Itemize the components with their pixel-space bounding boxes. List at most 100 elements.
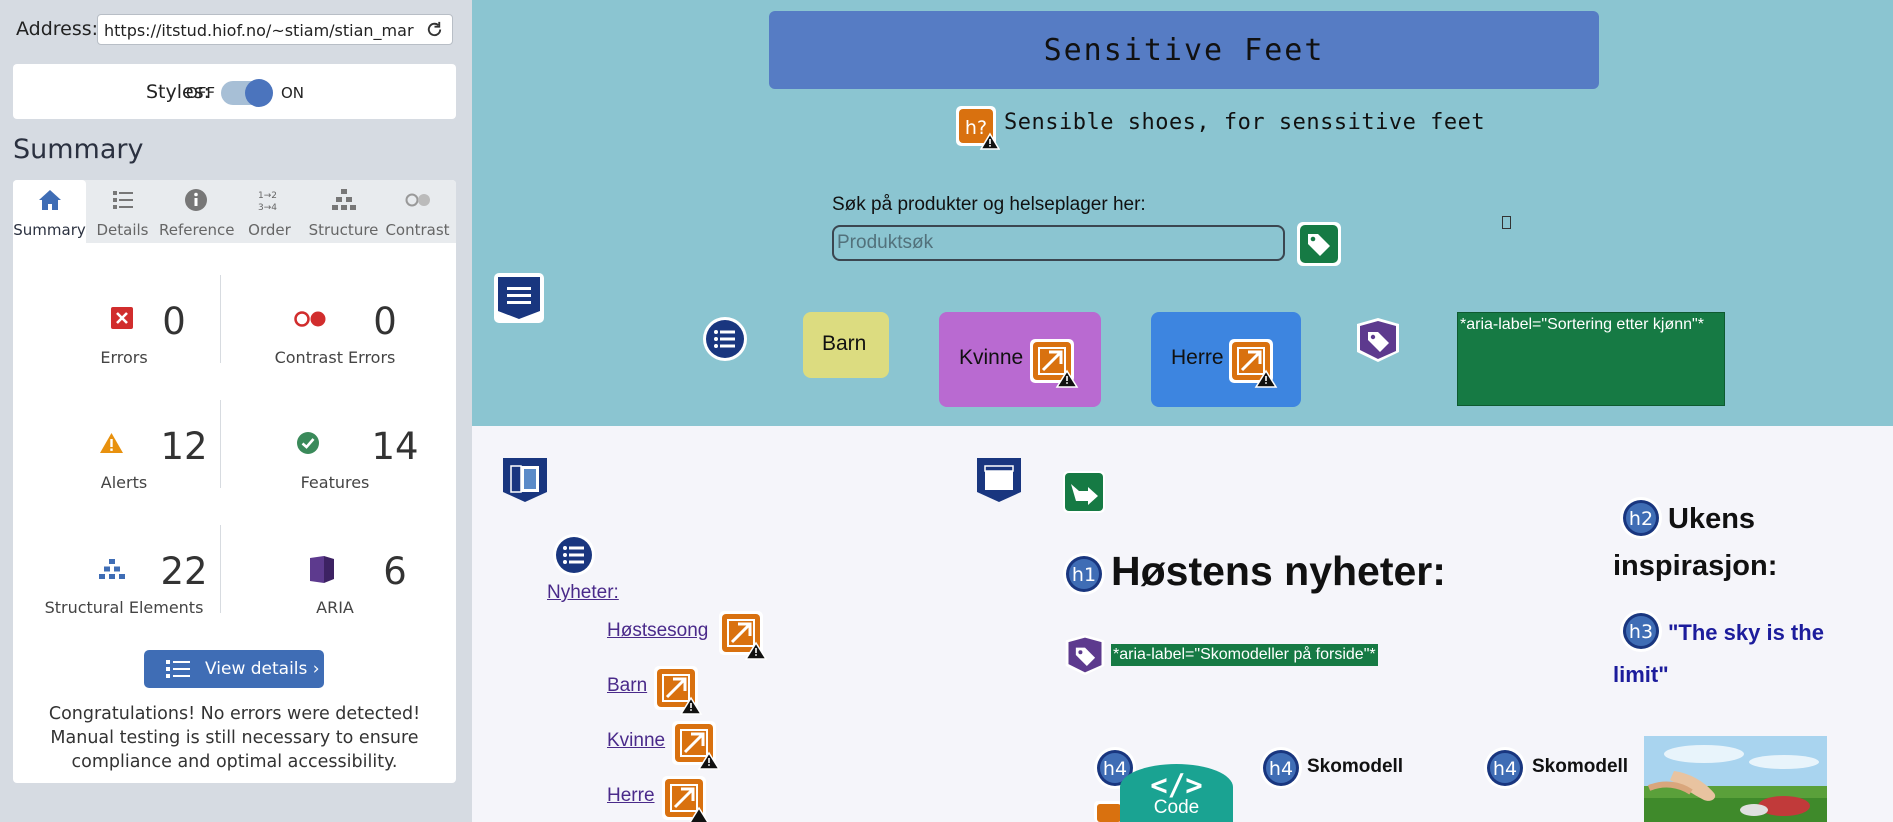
list-icon xyxy=(112,191,133,209)
contrast-icon xyxy=(405,193,430,207)
structure-icon xyxy=(331,189,356,210)
svg-text:3→4: 3→4 xyxy=(258,203,277,212)
search-label: Søk på produkter og helseplager her: xyxy=(832,194,1146,215)
navigation-list-icon[interactable] xyxy=(702,316,748,362)
structural-stat: 22 Structural Elements xyxy=(24,550,224,620)
alert-icon xyxy=(100,433,123,453)
code-label: Code xyxy=(1153,797,1200,818)
alerts-stat: 12 Alerts xyxy=(24,425,224,495)
tab-label: Reference xyxy=(159,221,235,239)
photo-illustration xyxy=(1644,736,1827,822)
summary-heading: Summary xyxy=(13,134,144,165)
redundant-link-alert-icon[interactable] xyxy=(1029,338,1079,388)
link-herre[interactable]: Herre xyxy=(607,785,655,807)
contrast-errors-count: 0 xyxy=(373,300,397,343)
contrast-error-icon xyxy=(294,311,326,327)
site-title-banner: Sensitive Feet xyxy=(769,11,1599,89)
aria-label-sorting-text: *aria-label="Sortering etter kjønn"* xyxy=(1460,316,1704,333)
nav-barn-button[interactable]: Barn xyxy=(803,312,889,378)
divider xyxy=(220,275,221,363)
h4-heading-icon[interactable]: h4 xyxy=(1483,746,1527,790)
aria-label-icon[interactable] xyxy=(1063,633,1107,677)
address-label: Address: xyxy=(16,18,99,40)
contrast-errors-stat: 0 Contrast Errors xyxy=(235,300,435,370)
redundant-link-alert-icon[interactable] xyxy=(653,665,703,715)
unknown-heading-alert-icon[interactable]: h? xyxy=(954,104,1001,150)
tab-details[interactable]: Details xyxy=(86,180,159,243)
tab-label: Structure xyxy=(308,221,379,239)
congrats-message: Congratulations! No errors were detected… xyxy=(48,704,421,772)
alerts-count: 12 xyxy=(160,425,208,468)
link-hostsesong[interactable]: Høstsesong xyxy=(607,620,708,642)
address-row: Address: https://itstud.hiof.no/~stiam/s… xyxy=(16,14,453,45)
tab-contrast[interactable]: Contrast xyxy=(381,180,454,243)
link-nyheter[interactable]: Nyheter: xyxy=(547,582,619,604)
features-label: Features xyxy=(300,473,370,492)
address-input[interactable]: https://itstud.hiof.no/~stiam/stian_mart… xyxy=(97,14,453,45)
info-icon xyxy=(184,189,207,211)
nav-herre-label: Herre xyxy=(1171,346,1224,369)
tab-label: Summary xyxy=(13,221,86,239)
site-tagline: Sensible shoes, for senssitive feet xyxy=(1004,110,1486,135)
aside-list-icon[interactable] xyxy=(552,533,596,577)
heading-alert-icon: h? xyxy=(956,106,1001,150)
structure-icon xyxy=(99,559,125,579)
features-stat: 14 Features xyxy=(235,425,435,495)
order-icon: 1→23→4 xyxy=(258,191,277,212)
redundant-link-alert-icon[interactable] xyxy=(671,720,721,770)
h1-heading-icon[interactable]: h1 xyxy=(1062,552,1106,596)
tab-bar: Summary Details Reference 1→2 3→4 Order S… xyxy=(13,180,456,243)
errors-label: Errors xyxy=(100,348,148,367)
feature-check-icon xyxy=(297,432,319,454)
divider xyxy=(220,400,221,488)
tab-label: Details xyxy=(96,221,149,239)
list-icon xyxy=(166,660,190,678)
aside-region-icon[interactable] xyxy=(500,455,550,505)
styles-toggle-card: Styles: OFF ON xyxy=(13,64,456,119)
tab-summary[interactable]: Summary xyxy=(13,180,86,243)
main-heading: Høstens nyheter: xyxy=(1111,548,1446,594)
view-details-label: View details › xyxy=(205,659,320,679)
product-search-input[interactable] xyxy=(832,225,1285,261)
redundant-link-alert-icon[interactable] xyxy=(661,775,711,822)
nav-herre-button[interactable]: Herre xyxy=(1151,312,1301,407)
link-alert-icon-partial[interactable] xyxy=(1093,800,1123,822)
tab-reference[interactable]: Reference xyxy=(159,180,235,243)
aria-label-models: *aria-label="Skomodeller på forside"* xyxy=(1111,644,1378,666)
toggle-knob xyxy=(245,79,273,107)
redundant-link-alert-icon[interactable] xyxy=(1228,338,1278,388)
reload-icon[interactable] xyxy=(425,20,444,39)
features-count: 14 xyxy=(371,425,419,468)
aria-label: ARIA xyxy=(316,598,354,617)
svg-text:h4: h4 xyxy=(1269,758,1293,780)
code-toggle-button[interactable]: </> Code xyxy=(1120,764,1233,822)
header-region-icon[interactable] xyxy=(493,272,545,324)
quote-heading: "The sky is the limit" xyxy=(1613,620,1824,687)
image-link-feature-icon[interactable] xyxy=(1062,470,1106,514)
tab-label: Contrast xyxy=(385,221,450,239)
errors-count: 0 xyxy=(162,300,186,343)
link-kvinne[interactable]: Kvinne xyxy=(607,730,665,752)
svg-text:h1: h1 xyxy=(1072,564,1096,586)
main-region-icon[interactable] xyxy=(974,455,1024,505)
redundant-link-alert-icon[interactable] xyxy=(718,610,768,660)
tiny-glyph-box xyxy=(1502,216,1511,229)
address-value[interactable]: https://itstud.hiof.no/~stiam/stian_mart… xyxy=(104,21,414,40)
tab-order[interactable]: 1→2 3→4 Order xyxy=(233,180,306,243)
nav-kvinne-label: Kvinne xyxy=(959,346,1024,369)
wave-sidebar: Address: https://itstud.hiof.no/~stiam/s… xyxy=(0,0,472,822)
svg-text:1→2: 1→2 xyxy=(258,191,277,201)
tab-label: Order xyxy=(248,221,291,239)
tag-icon xyxy=(1297,222,1341,266)
link-barn[interactable]: Barn xyxy=(607,675,647,697)
tab-structure[interactable]: Structure xyxy=(307,180,380,243)
structural-count: 22 xyxy=(160,550,208,593)
structural-label: Structural Elements xyxy=(44,598,204,617)
styles-on-label: ON xyxy=(281,84,305,102)
h4-heading-icon[interactable]: h4 xyxy=(1259,746,1303,790)
aria-label-icon[interactable] xyxy=(1354,316,1402,364)
label-feature-icon[interactable] xyxy=(1296,221,1342,267)
styles-toggle[interactable] xyxy=(221,79,273,107)
view-details-button[interactable]: View details › xyxy=(144,650,324,688)
errors-stat: 0 Errors xyxy=(24,300,224,370)
